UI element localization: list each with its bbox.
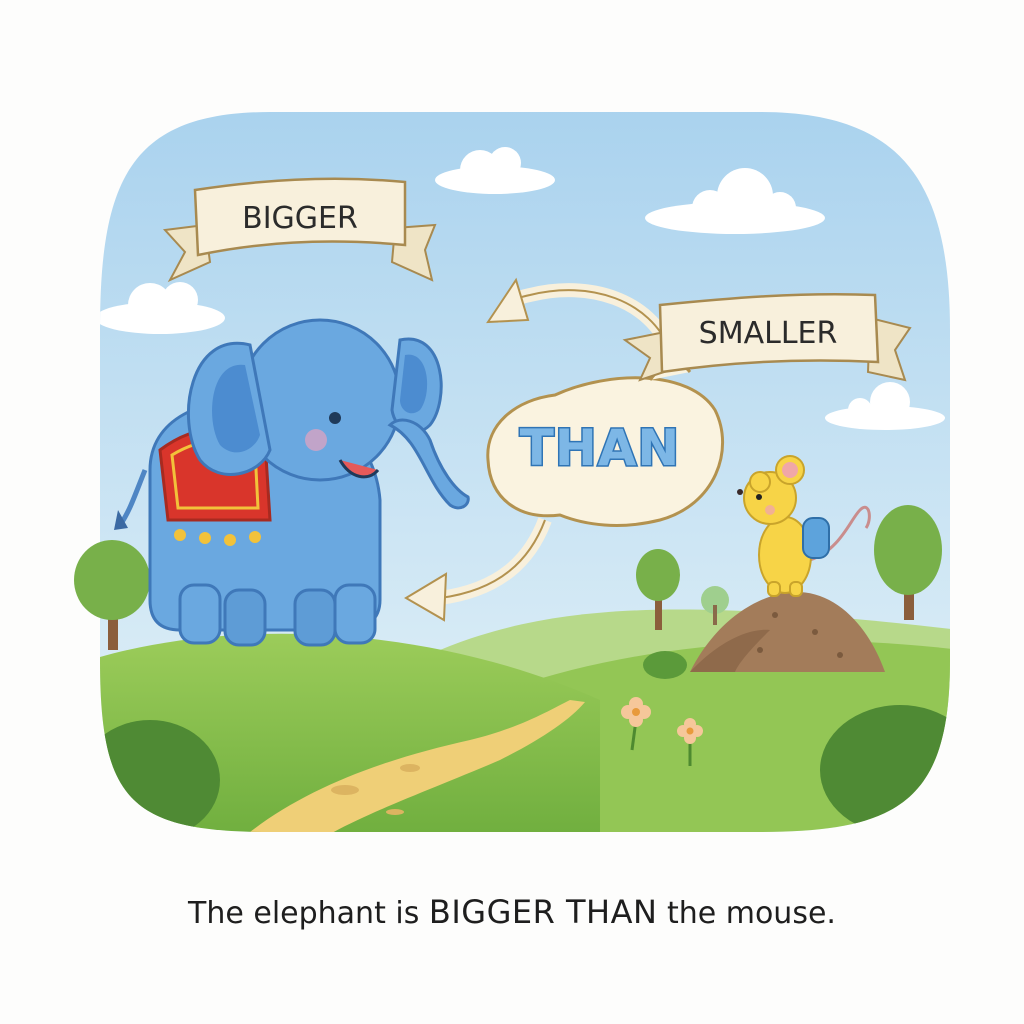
smaller-label: SMALLER <box>699 316 838 351</box>
bush <box>820 705 950 832</box>
bush <box>100 720 220 832</box>
caption-part2: the mouse. <box>657 896 836 931</box>
illustration-page: THAN BIGGER SMALLER The elephant is BIGG… <box>0 0 1024 1024</box>
caption-part1: The elephant is <box>188 896 429 931</box>
caption-emphasis: BIGGER THAN <box>428 893 658 931</box>
bigger-label: BIGGER <box>242 201 358 236</box>
caption: The elephant is BIGGER THAN the mouse. <box>0 893 1024 931</box>
than-label: THAN <box>520 419 681 477</box>
scene-illustration: THAN BIGGER SMALLER <box>74 112 950 832</box>
